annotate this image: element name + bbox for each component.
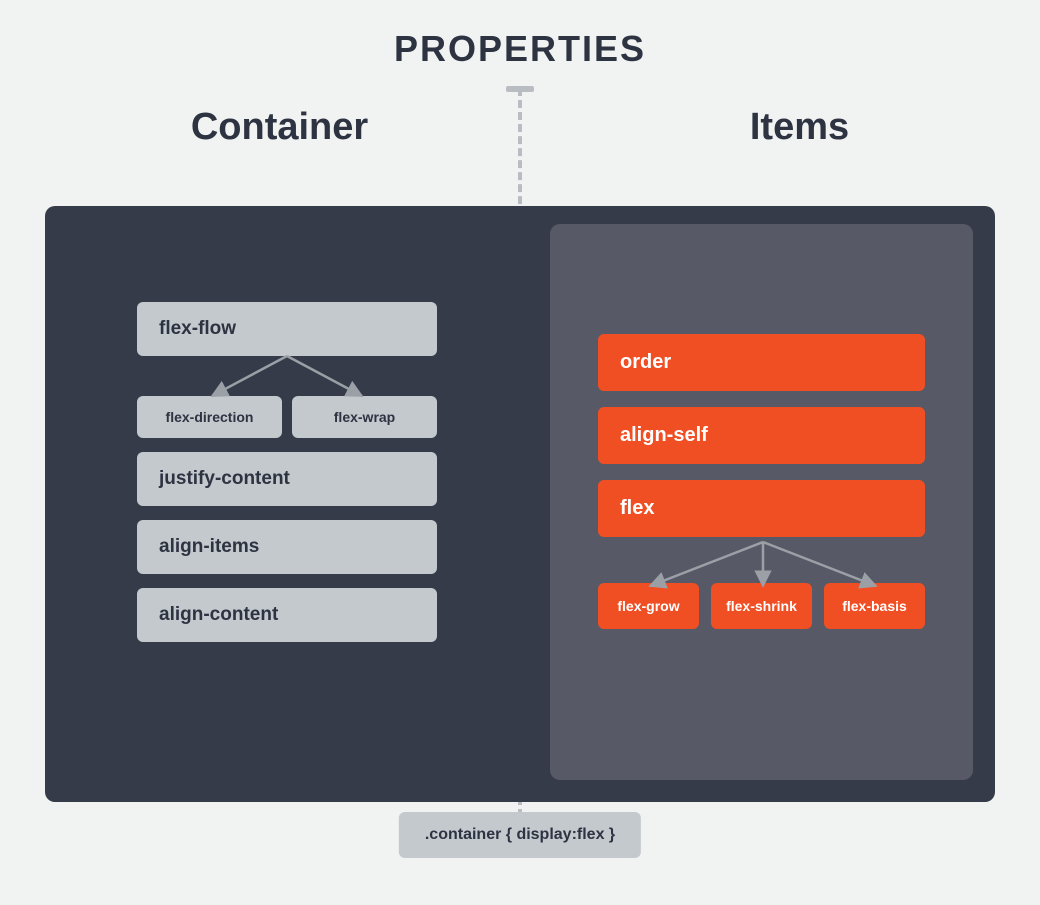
prop-align-content: align-content bbox=[137, 588, 437, 642]
page-title: PROPERTIES bbox=[0, 0, 1040, 70]
prop-align-items: align-items bbox=[137, 520, 437, 574]
prop-justify-content: justify-content bbox=[137, 452, 437, 506]
container-column: flex-flow flex-direction flex-wrap justi… bbox=[45, 206, 520, 802]
prop-flex-basis: flex-basis bbox=[824, 583, 925, 629]
properties-panel: flex-flow flex-direction flex-wrap justi… bbox=[45, 206, 995, 802]
prop-align-self: align-self bbox=[598, 407, 925, 464]
items-card: order align-self flex flex-grow flex-shr… bbox=[550, 224, 973, 780]
prop-order: order bbox=[598, 334, 925, 391]
prop-flex-grow: flex-grow bbox=[598, 583, 699, 629]
prop-flex-flow: flex-flow bbox=[137, 302, 437, 356]
footer-code: .container { display:flex } bbox=[399, 812, 641, 858]
items-column: order align-self flex flex-grow flex-shr… bbox=[520, 206, 995, 802]
heading-container: Container bbox=[191, 106, 368, 149]
prop-flex-wrap: flex-wrap bbox=[292, 396, 437, 438]
prop-flex: flex bbox=[598, 480, 925, 537]
heading-items: Items bbox=[750, 106, 849, 149]
prop-flex-shrink: flex-shrink bbox=[711, 583, 812, 629]
prop-flex-direction: flex-direction bbox=[137, 396, 282, 438]
